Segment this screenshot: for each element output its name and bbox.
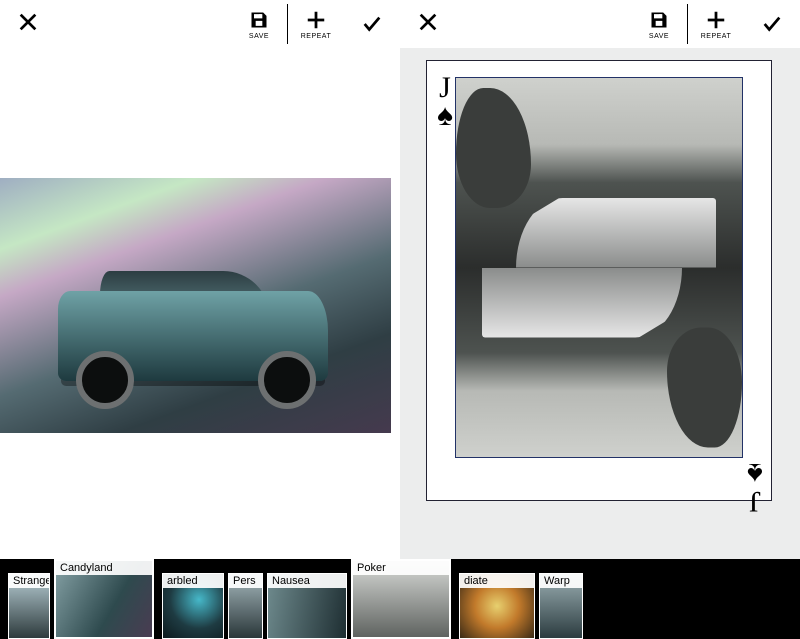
card-image — [455, 77, 743, 458]
filter-thumb-label: Pers — [229, 574, 262, 588]
save-label: SAVE — [649, 33, 669, 40]
toolbar-left: SAVE REPEAT — [0, 0, 400, 48]
close-icon — [417, 11, 439, 38]
preview-right[interactable]: J ♠ J ♠ — [400, 48, 800, 559]
filter-thumb-label: Warp — [540, 574, 582, 588]
save-button-right[interactable]: SAVE — [631, 0, 687, 48]
save-label: SAVE — [249, 33, 269, 40]
filter-thumb-strange[interactable]: Strange — [8, 573, 50, 639]
spade-icon: ♠ — [437, 101, 453, 131]
filter-thumb-diate[interactable]: diate — [459, 573, 535, 639]
repeat-label: REPEAT — [301, 33, 332, 40]
preview-left[interactable] — [0, 48, 400, 559]
filter-thumb-candyland[interactable]: Candyland — [54, 559, 154, 639]
card-rank: J — [747, 486, 763, 516]
check-icon — [761, 13, 783, 35]
close-icon — [17, 11, 39, 38]
filter-thumb-label: diate — [460, 574, 534, 588]
preview-image-candyland — [0, 178, 391, 433]
confirm-button-right[interactable] — [744, 0, 800, 48]
filter-thumb-warp[interactable]: Warp — [539, 573, 583, 639]
repeat-button-right[interactable]: REPEAT — [688, 0, 744, 48]
poker-card: J ♠ J ♠ — [426, 60, 772, 501]
save-icon — [648, 9, 670, 31]
filter-thumb-label: arbled — [163, 574, 223, 588]
filter-thumb-pers[interactable]: Pers — [228, 573, 263, 639]
filter-thumb-arbled[interactable]: arbled — [162, 573, 224, 639]
filter-strip[interactable]: Strange Candyland arbled Pers Nausea Poker dia… — [0, 559, 800, 639]
confirm-button-left[interactable] — [344, 0, 400, 48]
plus-icon — [305, 9, 327, 31]
toolbar-right: SAVE REPEAT — [400, 0, 800, 48]
close-button-right[interactable] — [400, 11, 456, 38]
save-button-left[interactable]: SAVE — [231, 0, 287, 48]
filter-thumb-label: Nausea — [268, 574, 346, 588]
check-icon — [361, 13, 383, 35]
card-corner-bottom: J ♠ — [747, 458, 763, 516]
filter-thumb-label: Strange — [9, 574, 49, 588]
filter-thumb-label: Candyland — [56, 561, 152, 575]
filter-thumb-nausea[interactable]: Nausea — [267, 573, 347, 639]
repeat-label: REPEAT — [701, 33, 732, 40]
spade-icon: ♠ — [747, 458, 763, 488]
repeat-button-left[interactable]: REPEAT — [288, 0, 344, 48]
toolbar: SAVE REPEAT — [0, 0, 800, 48]
card-corner-top: J ♠ — [437, 73, 453, 131]
save-icon — [248, 9, 270, 31]
close-button-left[interactable] — [0, 11, 56, 38]
preview-area: J ♠ J ♠ — [0, 48, 800, 559]
filter-thumb-label: Poker — [353, 561, 449, 575]
plus-icon — [705, 9, 727, 31]
filter-thumb-poker[interactable]: Poker — [351, 559, 451, 639]
